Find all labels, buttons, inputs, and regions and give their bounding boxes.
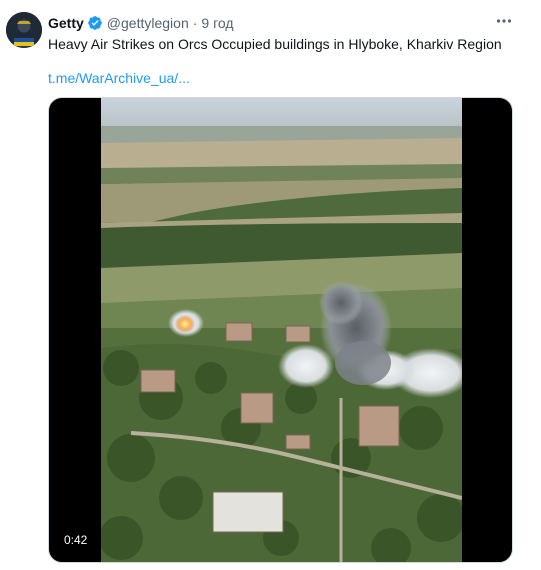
more-options-icon bbox=[496, 19, 512, 23]
video-frame bbox=[101, 98, 462, 562]
verified-badge-icon bbox=[87, 16, 102, 30]
tweet-text: Heavy Air Strikes on Orcs Occupied build… bbox=[48, 36, 502, 52]
tweet-link[interactable]: t.me/WarArchive_ua/... bbox=[48, 70, 190, 86]
avatar[interactable] bbox=[6, 12, 42, 48]
video-duration: 0:42 bbox=[59, 532, 93, 548]
tweet-header: Getty @gettylegion · 9 год bbox=[48, 13, 234, 33]
tweet-time[interactable]: 9 год bbox=[201, 15, 233, 31]
tweet: Getty @gettylegion · 9 год Heavy Air Str… bbox=[0, 0, 541, 570]
header-separator: · bbox=[192, 15, 198, 31]
author-name[interactable]: Getty bbox=[48, 15, 84, 31]
author-handle[interactable]: @gettylegion bbox=[107, 15, 189, 31]
more-options-button[interactable] bbox=[495, 12, 513, 30]
avatar-image bbox=[6, 12, 42, 48]
video-player[interactable]: 0:42 bbox=[48, 97, 513, 563]
